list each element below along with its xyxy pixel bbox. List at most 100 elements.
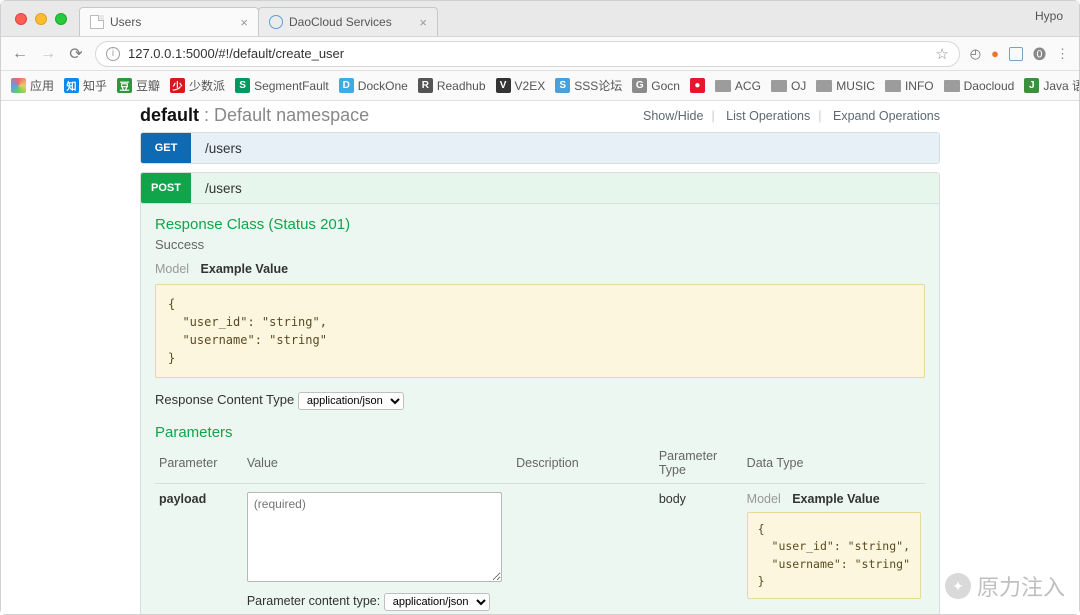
th-value: Value [243, 443, 512, 484]
bookmark-item[interactable]: JJava 语言支持 | 文… [1024, 77, 1079, 94]
page-content: default : Default namespace Show/Hide| L… [1, 101, 1079, 614]
extension-icon[interactable] [1009, 47, 1023, 61]
response-content-type-select[interactable]: application/json [298, 392, 404, 410]
gear-icon [269, 15, 283, 29]
favicon: ● [690, 78, 705, 93]
window-controls [1, 3, 79, 35]
param-description [512, 484, 655, 615]
folder-icon [816, 80, 832, 92]
bookmark-item[interactable]: GGocn [632, 78, 680, 93]
extension-icon[interactable]: ● [991, 46, 999, 61]
bookmark-item[interactable]: DDockOne [339, 78, 408, 93]
namespace-name[interactable]: default [140, 105, 199, 125]
close-window-icon[interactable] [15, 13, 27, 25]
minimize-window-icon[interactable] [35, 13, 47, 25]
response-heading: Response Class (Status 201) [155, 216, 925, 233]
model-example-tabs: Model Example Value [155, 262, 925, 276]
response-status-text: Success [155, 237, 925, 252]
th-param-type: Parameter Type [655, 443, 743, 484]
document-icon [90, 15, 104, 29]
show-hide-link[interactable]: Show/Hide [643, 109, 703, 123]
bookmark-item[interactable]: 豆豆瓣 [117, 77, 160, 94]
folder-icon [885, 80, 901, 92]
bookmark-item[interactable]: 少少数派 [170, 77, 225, 94]
watermark: ✦ 原力注入 [945, 570, 1065, 602]
bookmark-item[interactable]: ● [690, 78, 705, 93]
th-data-type: Data Type [743, 443, 925, 484]
model-tab[interactable]: Model [747, 492, 781, 506]
forward-button[interactable]: → [39, 45, 57, 63]
bookmark-item[interactable]: Daocloud [944, 79, 1015, 93]
bookmark-item[interactable]: VV2EX [496, 78, 546, 93]
watermark-text: 原力注入 [977, 570, 1065, 602]
favicon: 豆 [117, 78, 132, 93]
bookmark-item[interactable]: RReadhub [418, 78, 486, 93]
table-row: payload Parameter content type: applicat… [155, 484, 925, 615]
zoom-window-icon[interactable] [55, 13, 67, 25]
profile-name[interactable]: Hypo [1035, 9, 1079, 29]
method-badge: GET [141, 133, 191, 163]
apps-icon [11, 78, 26, 93]
param-content-type-select[interactable]: application/json [384, 593, 490, 611]
browser-toolbar: ← → ⟳ i 127.0.0.1:5000/#!/default/create… [1, 37, 1079, 71]
bookmarks-bar: 应用知知乎豆豆瓣少少数派 SSegmentFault DDockOne RReadhu… [1, 71, 1079, 101]
th-parameter: Parameter [155, 443, 243, 484]
param-type: body [655, 484, 743, 615]
wechat-icon: ✦ [945, 573, 971, 599]
param-content-type-label: Parameter content type: [247, 594, 380, 608]
bookmark-item[interactable]: OJ [771, 79, 806, 93]
bookmark-item[interactable]: INFO [885, 79, 934, 93]
example-value-tab[interactable]: Example Value [792, 492, 880, 506]
bookmark-item[interactable]: ACG [715, 79, 761, 93]
favicon: 少 [170, 78, 185, 93]
response-example-json[interactable]: { "user_id": "string", "username": "stri… [155, 284, 925, 378]
toolbar-extensions: ◴ ● ⓿ ⋮ [970, 44, 1069, 63]
parameters-heading: Parameters [155, 424, 925, 441]
operation-bar[interactable]: POST /users [141, 173, 939, 203]
namespace-desc: Default namespace [214, 105, 369, 125]
folder-icon [771, 80, 787, 92]
site-info-icon[interactable]: i [106, 47, 120, 61]
payload-textarea[interactable] [247, 492, 502, 582]
example-value-tab[interactable]: Example Value [201, 262, 289, 276]
bookmark-item[interactable]: SSSS论坛 [555, 77, 622, 94]
expand-operations-link[interactable]: Expand Operations [833, 109, 940, 123]
tab-daocloud[interactable]: DaoCloud Services × [258, 7, 438, 36]
bookmark-star-icon[interactable]: ☆ [935, 45, 948, 63]
folder-icon [715, 80, 731, 92]
endpoint-path: /users [191, 181, 242, 196]
favicon: D [339, 78, 354, 93]
tab-title: Users [110, 15, 141, 29]
namespace-header: default : Default namespace Show/Hide| L… [140, 101, 940, 132]
window-titlebar: Users × DaoCloud Services × Hypo [1, 1, 1079, 37]
favicon: S [555, 78, 570, 93]
th-description: Description [512, 443, 655, 484]
method-badge: POST [141, 173, 191, 203]
apps-button[interactable]: 应用 [11, 77, 54, 94]
back-button[interactable]: ← [11, 45, 29, 63]
reload-button[interactable]: ⟳ [67, 44, 85, 64]
param-example-json[interactable]: { "user_id": "string", "username": "stri… [747, 512, 921, 599]
list-operations-link[interactable]: List Operations [726, 109, 810, 123]
tab-users[interactable]: Users × [79, 7, 259, 36]
browser-tabs: Users × DaoCloud Services × [79, 1, 437, 36]
favicon: S [235, 78, 250, 93]
favicon: V [496, 78, 511, 93]
model-tab[interactable]: Model [155, 262, 189, 276]
favicon: 知 [64, 78, 79, 93]
extension-icon[interactable]: ⓿ [1033, 44, 1046, 63]
operation-get-users[interactable]: GET /users [140, 132, 940, 164]
close-tab-icon[interactable]: × [419, 15, 427, 30]
url-text: 127.0.0.1:5000/#!/default/create_user [128, 46, 344, 61]
param-name: payload [155, 484, 243, 615]
bookmark-item[interactable]: SSegmentFault [235, 78, 329, 93]
extension-icon[interactable]: ◴ [970, 46, 981, 62]
bookmark-item[interactable]: 知知乎 [64, 77, 107, 94]
favicon: J [1024, 78, 1039, 93]
close-tab-icon[interactable]: × [240, 15, 248, 30]
menu-icon[interactable]: ⋮ [1056, 46, 1069, 62]
bookmark-item[interactable]: MUSIC [816, 79, 875, 93]
response-content-type-label: Response Content Type [155, 392, 294, 407]
address-bar[interactable]: i 127.0.0.1:5000/#!/default/create_user … [95, 41, 960, 67]
tab-title: DaoCloud Services [289, 15, 392, 29]
